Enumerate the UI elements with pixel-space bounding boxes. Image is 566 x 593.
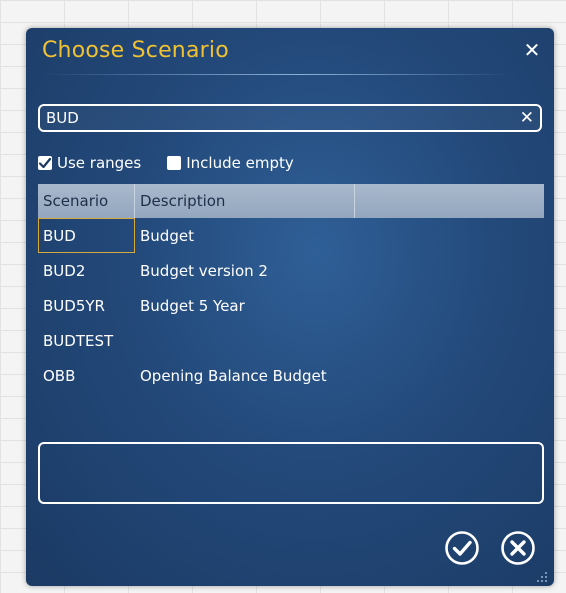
clear-icon[interactable]: ✕ [520, 107, 534, 129]
checkbox-checked-icon [38, 156, 52, 170]
cancel-circle-icon[interactable] [500, 530, 536, 566]
use-ranges-label: Use ranges [57, 154, 142, 172]
scenario-cell: BUD5YR [43, 296, 105, 315]
dialog-title: Choose Scenario [42, 38, 229, 63]
column-header-filler [355, 184, 544, 218]
description-cell: Opening Balance Budget [140, 366, 327, 385]
options-row: Use ranges Include empty [38, 152, 320, 174]
resize-grip-icon[interactable] [536, 568, 548, 582]
scenario-cell: BUD2 [43, 261, 86, 280]
use-ranges-checkbox[interactable]: Use ranges [38, 154, 141, 172]
scenario-cell: OBB [43, 366, 76, 385]
column-header-description[interactable]: Description [135, 184, 355, 218]
description-cell: Budget [140, 226, 194, 245]
description-cell [135, 323, 544, 358]
include-empty-checkbox[interactable]: Include empty [167, 154, 294, 172]
description-cell: Budget 5 Year [140, 296, 245, 315]
checkbox-unchecked-icon [167, 156, 182, 170]
column-header-scenario[interactable]: Scenario [38, 184, 135, 218]
dialog-actions [424, 530, 536, 566]
include-empty-label: Include empty [186, 154, 294, 172]
scenario-cell: BUDTEST [43, 331, 114, 350]
title-divider [42, 74, 512, 75]
description-textarea[interactable] [38, 442, 544, 504]
description-cell: Budget version 2 [140, 261, 268, 280]
choose-scenario-dialog: Choose Scenario ✕ ✕ Use ranges Include e… [26, 28, 554, 586]
close-icon[interactable]: ✕ [522, 40, 542, 60]
table-row[interactable]: BUD5YR Budget 5 Year [38, 288, 544, 323]
table-row[interactable]: BUD Budget [38, 218, 544, 253]
scenario-grid: Scenario Description BUD Budget BUD2 Bud… [38, 184, 544, 393]
table-row[interactable]: BUDTEST [38, 323, 544, 358]
checkmark-circle-icon[interactable] [444, 530, 480, 566]
scenario-cell: BUD [38, 218, 135, 253]
search-box: ✕ [38, 104, 542, 132]
table-row[interactable]: BUD2 Budget version 2 [38, 253, 544, 288]
search-input[interactable] [46, 108, 506, 128]
table-row[interactable]: OBB Opening Balance Budget [38, 358, 544, 393]
grid-header: Scenario Description [38, 184, 544, 218]
